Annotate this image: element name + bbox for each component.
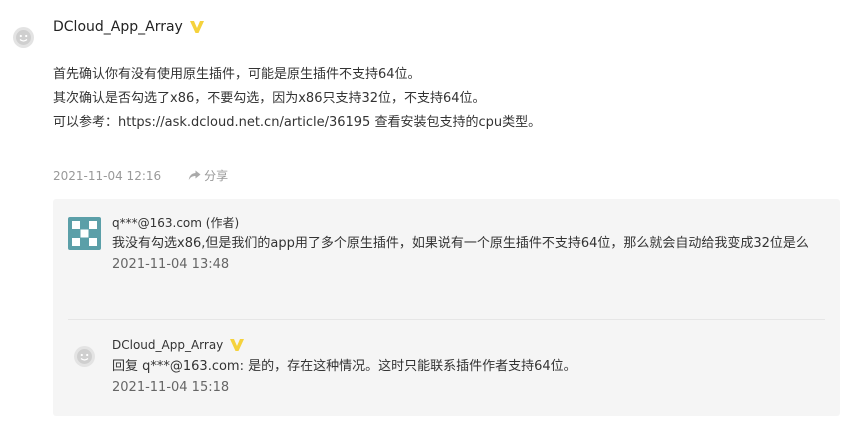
comment-meta: 2021-11-04 12:16 分享 — [53, 167, 228, 184]
comment-line: 可以参考：https://ask.dcloud.net.cn/article/3… — [53, 115, 542, 130]
share-button[interactable]: 分享 — [188, 167, 228, 184]
comment-line: 首先确认你有没有使用原生插件，可能是原生插件不支持64位。 — [53, 67, 421, 82]
reply-avatar[interactable] — [74, 346, 95, 367]
reply-text: 我没有勾选x86,但是我们的app用了多个原生插件，如果说有一个原生插件不支持6… — [112, 236, 809, 251]
reply-body: q***@163.com (作者) 我没有勾选x86,但是我们的app用了多个原… — [112, 213, 825, 273]
reply-author[interactable]: q***@163.com (作者) — [112, 213, 825, 231]
comment-content: 首先确认你有没有使用原生插件，可能是原生插件不支持64位。 其次确认是否勾选了x… — [53, 63, 541, 135]
comment-header: DCloud_App_Array — [53, 19, 205, 35]
comment-username[interactable]: DCloud_App_Array — [53, 19, 183, 35]
comment-line: 其次确认是否勾选了x86，不要勾选，因为x86只支持32位，不支持64位。 — [53, 91, 486, 106]
reply-avatar[interactable] — [68, 217, 101, 250]
vip-badge-icon — [189, 21, 204, 33]
reply-author[interactable]: DCloud_App_Array — [112, 338, 223, 352]
reply-author-row: DCloud_App_Array — [112, 336, 825, 354]
reply-item: DCloud_App_Array 回复 q***@163.com: 是的，存在这… — [68, 319, 825, 395]
vip-badge-icon — [230, 339, 245, 351]
comment-timestamp: 2021-11-04 12:16 — [53, 168, 162, 183]
reply-text: 回复 q***@163.com: 是的，存在这种情况。这时只能联系插件作者支持6… — [112, 359, 577, 374]
user-avatar[interactable] — [13, 27, 34, 48]
reply-timestamp: 2021-11-04 15:18 — [112, 380, 230, 395]
replies-panel: q***@163.com (作者) 我没有勾选x86,但是我们的app用了多个原… — [53, 199, 840, 416]
reply-timestamp: 2021-11-04 13:48 — [112, 257, 230, 272]
share-icon — [188, 170, 201, 180]
share-label: 分享 — [204, 169, 229, 183]
reply-body: DCloud_App_Array 回复 q***@163.com: 是的，存在这… — [112, 336, 825, 395]
